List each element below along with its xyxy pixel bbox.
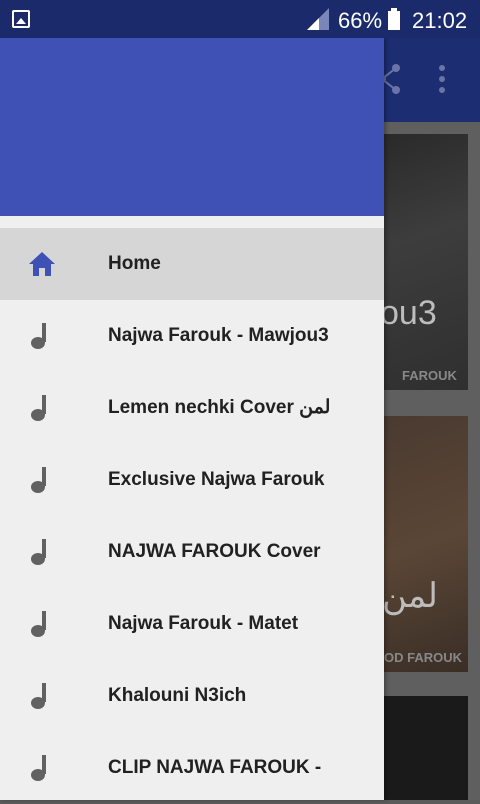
drawer-item-home[interactable]: Home	[0, 228, 384, 300]
music-note-icon	[31, 611, 46, 637]
drawer-item-song[interactable]: Exclusive Najwa Farouk	[0, 444, 384, 516]
drawer-item-label: Home	[108, 253, 161, 274]
image-notification-icon	[12, 10, 30, 28]
music-note-icon	[31, 755, 46, 781]
drawer-item-label: Khalouni N3ich	[108, 685, 247, 706]
more-options-icon[interactable]	[438, 64, 446, 94]
clock: 21:02	[412, 8, 468, 33]
home-icon	[29, 252, 55, 276]
drawer-menu: Home Najwa Farouk - Mawjou3 Lemen nechki…	[0, 228, 384, 804]
music-note-icon	[31, 395, 46, 421]
music-note-icon	[31, 683, 46, 709]
drawer-item-song[interactable]: Najwa Farouk - Mawjou3	[0, 300, 384, 372]
battery-percent: 66%	[338, 8, 383, 33]
music-note-icon	[31, 467, 46, 493]
drawer-item-label: Najwa Farouk - Matet	[108, 613, 299, 634]
video-card[interactable]	[384, 696, 468, 800]
drawer-item-label: NAJWA FAROUK Cover	[108, 541, 321, 562]
drawer-header	[0, 38, 384, 216]
video-card[interactable]: لمن OD FAROUK	[384, 416, 468, 672]
video-card-caption: FAROUK	[402, 368, 457, 383]
drawer-item-song[interactable]: NAJWA FAROUK Cover	[0, 516, 384, 588]
drawer-item-label: Lemen nechki Cover لمن	[108, 397, 331, 418]
video-card-caption: OD FAROUK	[384, 650, 462, 665]
video-card[interactable]: ou3 FAROUK	[384, 134, 468, 390]
drawer-item-song[interactable]: CLIP NAJWA FAROUK -	[0, 732, 384, 804]
status-bar: 66% 21:02	[0, 0, 480, 38]
drawer-item-label: CLIP NAJWA FAROUK -	[108, 757, 322, 778]
drawer-item-label: Exclusive Najwa Farouk	[108, 469, 325, 490]
drawer-item-song[interactable]: Najwa Farouk - Matet	[0, 588, 384, 660]
video-card-title: لمن	[384, 577, 438, 615]
drawer-item-song[interactable]: Lemen nechki Cover لمن	[0, 372, 384, 444]
drawer-item-label: Najwa Farouk - Mawjou3	[108, 325, 329, 346]
drawer-item-song[interactable]: Khalouni N3ich	[0, 660, 384, 732]
music-note-icon	[31, 323, 46, 349]
video-card-title: ou3	[384, 294, 437, 332]
battery-icon	[388, 8, 400, 30]
navigation-drawer: Home Najwa Farouk - Mawjou3 Lemen nechki…	[0, 38, 384, 800]
music-note-icon	[31, 539, 46, 565]
signal-icon	[307, 8, 329, 30]
